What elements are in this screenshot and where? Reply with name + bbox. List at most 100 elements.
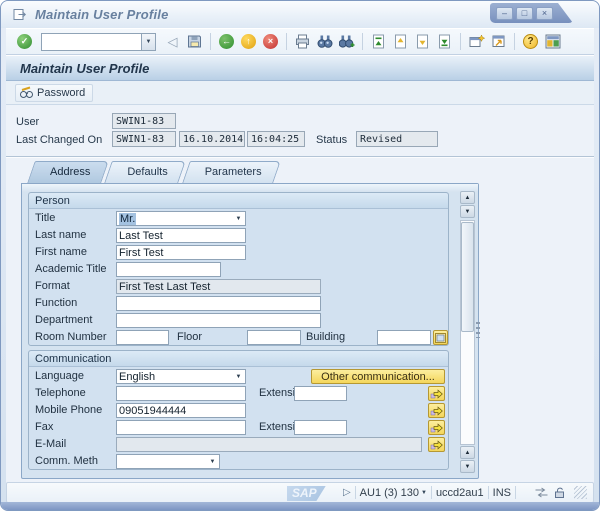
chevron-down-icon: ▼ <box>235 215 242 222</box>
back-button[interactable]: ← <box>217 32 236 51</box>
statusbar-right: ▷ AU1 (3) 130 ▼ uccd2au1 INS <box>343 486 587 499</box>
back-nav-button[interactable]: ◁ <box>163 32 182 51</box>
other-communication-button[interactable]: Other communication... <box>311 369 445 384</box>
address-tab-panel: Person Title Mr. ▼ Last name First name <box>21 183 480 479</box>
next-page-icon <box>417 34 428 49</box>
language-value: English <box>119 370 156 383</box>
telephone-extension-input[interactable] <box>294 386 347 401</box>
mobile-detail-button[interactable] <box>428 403 445 418</box>
scroll-down-button[interactable]: ▼ <box>460 460 475 473</box>
scroll-up-button[interactable]: ▲ <box>460 191 475 204</box>
system-selector[interactable]: AU1 (3) 130 ▼ <box>360 487 427 499</box>
response-time-button[interactable] <box>534 487 549 498</box>
find-next-icon <box>338 35 354 48</box>
message-expand-button[interactable]: ▷ <box>343 487 351 498</box>
scroll-down-icon: ▼ <box>464 208 471 215</box>
telephone-detail-button[interactable] <box>428 386 445 401</box>
create-shortcut-button[interactable] <box>489 32 508 51</box>
fax-detail-button[interactable] <box>428 420 445 435</box>
chevron-down-icon: ▼ <box>145 38 152 45</box>
command-dropdown-button[interactable]: ▼ <box>141 32 156 51</box>
scroll-up-icon: ▲ <box>464 194 471 201</box>
chevron-down-icon: ▼ <box>420 489 427 496</box>
mobile-phone-input[interactable] <box>116 403 246 418</box>
toolbar-separator <box>286 33 287 50</box>
building-label: Building <box>306 331 346 343</box>
find-next-button[interactable] <box>337 32 356 51</box>
vertical-scrollbar[interactable]: ▲ ▼ ▲ ▼ <box>460 191 475 473</box>
last-changed-date-field: 16.10.2014 <box>179 131 245 147</box>
password-button[interactable]: Password <box>15 83 94 102</box>
scrollbar-track[interactable] <box>460 220 475 445</box>
department-input[interactable] <box>116 313 321 328</box>
customize-layout-button[interactable] <box>543 32 562 51</box>
save-button[interactable] <box>185 32 204 51</box>
panel-splitter-grip[interactable] <box>476 322 480 338</box>
communication-group-header: Communication <box>29 351 448 367</box>
next-page-button[interactable] <box>413 32 432 51</box>
first-name-input[interactable] <box>116 245 246 260</box>
scroll-down-step-button[interactable]: ▼ <box>460 205 475 218</box>
academic-title-input[interactable] <box>116 262 221 277</box>
comm-meth-dropdown[interactable]: ▼ <box>116 454 220 469</box>
last-name-label: Last name <box>35 229 87 241</box>
statusbar-separator <box>430 486 432 499</box>
statusbar-separator <box>515 486 516 499</box>
tab-parameters[interactable]: Parameters <box>186 161 277 183</box>
building-picker-button[interactable] <box>433 330 448 345</box>
help-button[interactable]: ? <box>521 32 540 51</box>
exit-icon: ↑ <box>241 34 256 49</box>
exit-button[interactable]: ↑ <box>239 32 258 51</box>
command-input[interactable] <box>41 32 141 51</box>
screen-title-text: Maintain User Profile <box>20 60 150 76</box>
language-dropdown[interactable]: English ▼ <box>116 369 246 384</box>
print-button[interactable] <box>293 32 312 51</box>
print-icon <box>296 34 309 49</box>
tab-defaults[interactable]: Defaults <box>108 161 182 183</box>
security-lock-button[interactable] <box>553 486 566 499</box>
minimize-icon: – <box>501 7 507 18</box>
window-resize-grip[interactable] <box>574 486 587 499</box>
enter-button[interactable]: ✓ <box>15 32 34 51</box>
email-detail-button[interactable] <box>428 437 445 452</box>
last-name-input[interactable] <box>116 228 246 243</box>
format-label: Format <box>35 280 70 292</box>
toolbar-separator <box>362 33 363 50</box>
arrow-detail-icon <box>430 423 443 433</box>
host-text: uccd2au1 <box>435 486 484 499</box>
scroll-up-icon: ▲ <box>464 449 471 456</box>
fax-extension-input[interactable] <box>294 420 347 435</box>
function-input[interactable] <box>116 296 321 311</box>
maximize-button[interactable]: □ <box>516 7 533 20</box>
room-number-input[interactable] <box>116 330 169 345</box>
user-row: User SWIN1-83 <box>16 113 584 130</box>
last-page-button[interactable] <box>435 32 454 51</box>
building-input[interactable] <box>377 330 431 345</box>
cancel-button[interactable]: × <box>261 32 280 51</box>
floor-input[interactable] <box>247 330 301 345</box>
new-session-button[interactable] <box>467 32 486 51</box>
minimize-button[interactable]: – <box>496 7 513 20</box>
fax-input[interactable] <box>116 420 246 435</box>
last-changed-time-field: 16:04:25 <box>247 131 305 147</box>
system-text: AU1 (3) 130 <box>359 486 419 499</box>
first-page-button[interactable] <box>369 32 388 51</box>
person-group: Person Title Mr. ▼ Last name First name <box>28 192 449 346</box>
previous-page-button[interactable] <box>391 32 410 51</box>
scrollbar-thumb[interactable] <box>461 222 474 332</box>
title-dropdown[interactable]: Mr. ▼ <box>116 211 246 226</box>
arrow-detail-icon <box>430 440 443 450</box>
arrow-detail-icon <box>430 389 443 399</box>
command-field: ▼ <box>41 32 156 51</box>
window-title: Maintain User Profile <box>35 7 169 22</box>
find-button[interactable] <box>315 32 334 51</box>
mobile-phone-row: Mobile Phone <box>29 402 448 419</box>
tab-address[interactable]: Address <box>31 161 105 183</box>
scroll-up-page-button[interactable]: ▲ <box>460 446 475 459</box>
telephone-label: Telephone <box>35 387 86 399</box>
cancel-icon: × <box>263 34 278 49</box>
department-label: Department <box>35 314 93 326</box>
telephone-input[interactable] <box>116 386 246 401</box>
system-menu-icon[interactable] <box>13 8 28 21</box>
close-button[interactable]: × <box>536 7 553 20</box>
